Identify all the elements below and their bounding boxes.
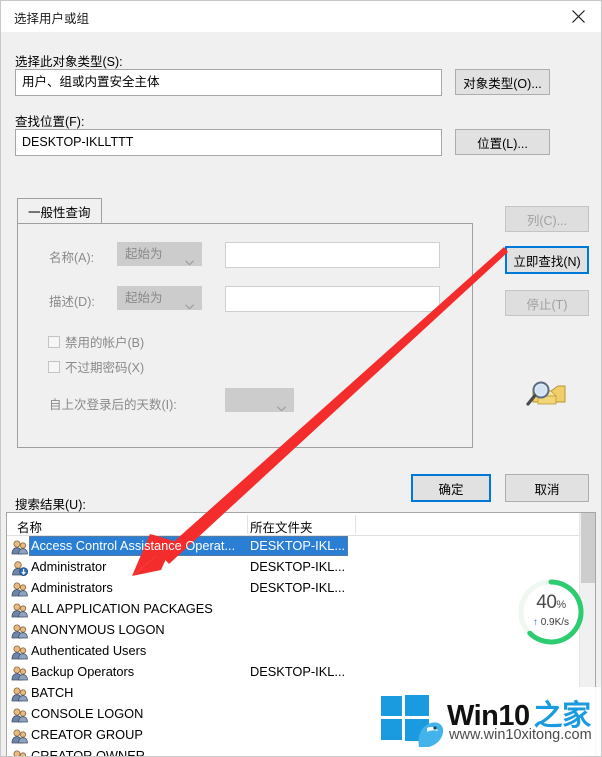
chevron-down-icon xyxy=(185,251,194,265)
group-icon xyxy=(11,602,28,618)
query-tabstrip: 一般性查询 xyxy=(17,198,473,224)
listview-header: 名称 所在文件夹 xyxy=(7,513,595,536)
name-condition-value: 起始为 xyxy=(125,247,163,261)
row-name: CREATOR GROUP xyxy=(31,727,143,742)
object-type-button[interactable]: 对象类型(O)... xyxy=(455,69,550,95)
row-folder: DESKTOP-IKL... xyxy=(250,664,346,679)
column-divider[interactable] xyxy=(355,515,356,534)
row-folder: DESKTOP-IKL... xyxy=(250,538,346,553)
ok-button[interactable]: 确定 xyxy=(411,474,491,502)
table-row[interactable]: Access Control Assistance Operat... DESKT… xyxy=(7,536,595,557)
search-results-label: 搜索结果(U): xyxy=(15,498,86,512)
row-name: ANONYMOUS LOGON xyxy=(31,622,165,637)
row-name: BATCH xyxy=(31,685,74,700)
network-speed-gauge[interactable]: 40% ↑ 0.9K/s xyxy=(517,578,585,646)
group-icon xyxy=(11,707,28,723)
close-icon[interactable] xyxy=(555,1,601,31)
group-icon xyxy=(11,623,28,639)
row-name: CREATOR OWNER xyxy=(31,748,145,757)
disabled-accounts-checkbox[interactable]: 禁用的帐户(B) xyxy=(48,332,144,351)
stop-button[interactable]: 停止(T) xyxy=(505,290,589,316)
table-row[interactable]: ANONYMOUS LOGON xyxy=(7,620,595,641)
location-button[interactable]: 位置(L)... xyxy=(455,129,550,155)
column-header-name[interactable]: 名称 xyxy=(17,517,42,536)
days-since-logon-select[interactable] xyxy=(225,388,294,412)
object-type-label: 选择此对象类型(S): xyxy=(15,55,123,69)
brand-watermark: Win10 之家 www.win10xitong.com xyxy=(381,687,601,756)
checkbox-box xyxy=(48,335,60,348)
gauge-speed: ↑ 0.9K/s xyxy=(517,617,585,628)
row-name: Access Control Assistance Operat... xyxy=(31,538,236,553)
location-input[interactable]: DESKTOP-IKLLTTT xyxy=(15,129,442,156)
name-label: 名称(A): xyxy=(49,251,95,265)
group-icon xyxy=(11,665,28,681)
chevron-down-icon xyxy=(185,295,194,309)
column-divider[interactable] xyxy=(247,515,248,534)
object-type-input[interactable]: 用户、组或内置安全主体 xyxy=(15,69,442,96)
table-row[interactable]: Authenticated Users xyxy=(7,641,595,662)
row-folder: DESKTOP-IKL... xyxy=(250,559,346,574)
table-row[interactable]: Administrators DESKTOP-IKL... xyxy=(7,578,595,599)
general-query-panel: 名称(A): 起始为 描述(D): 起始为 禁用的帐户(B) 不过期密码(X) … xyxy=(17,223,473,448)
non-expiring-password-checkbox[interactable]: 不过期密码(X) xyxy=(48,357,144,376)
name-condition-select[interactable]: 起始为 xyxy=(117,242,202,266)
columns-button[interactable]: 列(C)... xyxy=(505,206,589,232)
dialog-client-area: 选择此对象类型(S): 用户、组或内置安全主体 对象类型(O)... 查找位置(… xyxy=(1,32,601,756)
location-label: 查找位置(F): xyxy=(15,115,85,129)
row-name: Authenticated Users xyxy=(31,643,147,658)
select-users-or-groups-dialog: 选择用户或组 选择此对象类型(S): 用户、组或内置安全主体 对象类型(O)..… xyxy=(0,0,602,757)
gauge-percent: 40% xyxy=(517,592,585,614)
find-now-button[interactable]: 立即查找(N) xyxy=(505,246,589,274)
brand-url: www.win10xitong.com xyxy=(449,727,592,743)
cancel-button[interactable]: 取消 xyxy=(505,474,589,502)
row-name: Administrator xyxy=(31,559,107,574)
table-row[interactable]: ALL APPLICATION PACKAGES xyxy=(7,599,595,620)
description-condition-value: 起始为 xyxy=(125,291,163,305)
column-header-folder[interactable]: 所在文件夹 xyxy=(250,517,313,536)
group-icon xyxy=(11,749,28,756)
description-label: 描述(D): xyxy=(49,295,95,309)
user-icon xyxy=(11,560,29,577)
gauge-percent-value: 40 xyxy=(536,592,557,613)
table-row[interactable]: Administrator DESKTOP-IKL... xyxy=(7,557,595,578)
gauge-percent-unit: % xyxy=(556,599,566,611)
tab-general-query-label: 一般性查询 xyxy=(28,206,91,220)
disabled-accounts-label: 禁用的帐户(B) xyxy=(65,336,145,350)
upload-arrow-icon: ↑ xyxy=(532,617,538,628)
table-row[interactable]: Backup Operators DESKTOP-IKL... xyxy=(7,662,595,683)
row-folder: DESKTOP-IKL... xyxy=(250,580,346,595)
gauge-speed-value: 0.9K/s xyxy=(540,617,570,628)
group-icon xyxy=(11,728,28,744)
title-bar: 选择用户或组 xyxy=(1,1,601,32)
group-icon xyxy=(11,644,28,660)
group-icon xyxy=(11,581,28,597)
description-value-input[interactable] xyxy=(225,286,440,312)
checkbox-box xyxy=(48,360,60,373)
row-name: Backup Operators xyxy=(31,664,135,679)
bird-mascot-icon xyxy=(418,722,444,747)
window-title: 选择用户或组 xyxy=(14,12,90,26)
row-name: Administrators xyxy=(31,580,113,595)
scrollbar-thumb[interactable] xyxy=(581,513,595,583)
group-icon xyxy=(11,686,28,702)
search-folder-icon xyxy=(525,377,567,411)
non-expiring-password-label: 不过期密码(X) xyxy=(65,361,145,375)
tab-general-query[interactable]: 一般性查询 xyxy=(17,198,102,224)
group-icon xyxy=(11,539,28,555)
chevron-down-icon xyxy=(277,397,286,411)
row-name: CONSOLE LOGON xyxy=(31,706,144,721)
name-value-input[interactable] xyxy=(225,242,440,268)
days-since-logon-label: 自上次登录后的天数(I): xyxy=(49,398,177,412)
description-condition-select[interactable]: 起始为 xyxy=(117,286,202,310)
row-name: ALL APPLICATION PACKAGES xyxy=(31,601,213,616)
